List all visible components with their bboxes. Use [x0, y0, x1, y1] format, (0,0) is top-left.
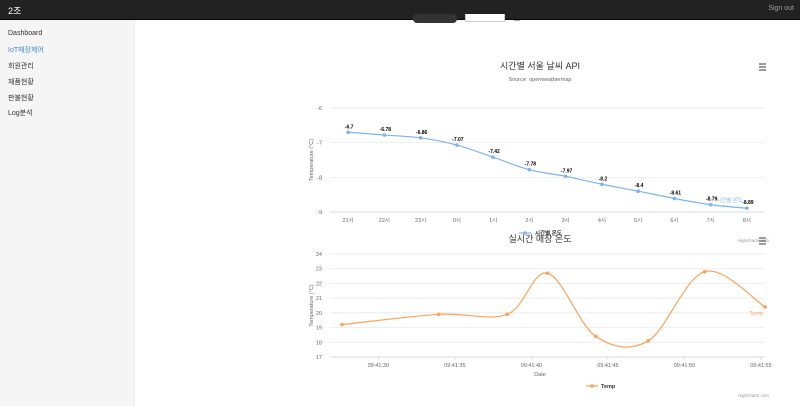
x-axis-label: Date [534, 372, 546, 378]
data-point [491, 155, 495, 160]
y-tick-label: -9 [317, 210, 322, 216]
x-tick-label: 09:41:55 [750, 363, 771, 369]
primary-button[interactable] [413, 14, 457, 23]
credits-link[interactable]: Highcharts.com [738, 393, 770, 398]
store-temp-chart-svg: 실시간 매장 온도 24 23 22 21 20 19 18 17 Temperature (°C… [309, 234, 772, 398]
brand-link[interactable]: 2조 [8, 4, 21, 17]
x-tick-label: 8시 [743, 218, 751, 224]
data-label: -6.7 [345, 124, 354, 130]
data-point [340, 322, 344, 327]
data-point [455, 143, 459, 147]
sidebar: Dashboard IoT매장제어 회원관리 재품현황 판불현황 Log분석 [0, 20, 135, 406]
legend-marker [590, 384, 594, 388]
data-label: -8.4 [635, 183, 644, 189]
legend-label: Temp [601, 384, 616, 390]
y-tick-label: 20 [316, 311, 322, 317]
series-end-label: 시간별 온도 [716, 196, 743, 204]
data-point [646, 339, 650, 343]
data-point [436, 312, 441, 317]
x-tick-label: 09:41:40 [521, 363, 542, 369]
data-point [600, 182, 604, 187]
data-point [346, 130, 350, 135]
data-point [594, 334, 598, 339]
data-point [708, 202, 713, 207]
weather-chart: 시간별 서울 날씨 API Source: openweathermap -6 -7 -… [305, 55, 775, 243]
y-tick-label: 22 [316, 281, 322, 287]
x-tick-label: 22시 [379, 218, 390, 224]
sidebar-item-iot-store-control[interactable]: IoT매장제어 [8, 45, 44, 55]
x-tick-label: 09:41:45 [597, 363, 618, 369]
data-point [382, 133, 387, 137]
small-control[interactable] [514, 17, 520, 21]
data-label: -8.2 [599, 176, 608, 182]
chart-menu-icon[interactable] [759, 63, 766, 71]
y-tick-label: 24 [316, 252, 322, 258]
sidebar-item-log-analysis[interactable]: Log분석 [8, 108, 33, 118]
store-temp-chart: 실시간 매장 온도 24 23 22 21 20 19 18 17 Temperature (°C… [305, 232, 775, 404]
sidebar-item-products[interactable]: 재품현황 [8, 77, 34, 87]
series-line [342, 270, 766, 348]
chart-title: 시간별 서울 날씨 API [500, 61, 580, 71]
data-label: -8.61 [670, 190, 682, 196]
data-point [418, 136, 423, 140]
x-tick-label: 4시 [598, 218, 606, 224]
x-tick-label: 1시 [489, 218, 497, 224]
y-axis-label: Temperature (°C) [309, 284, 315, 326]
x-tick-label: 21시 [343, 218, 354, 224]
x-tick-label: 7시 [707, 218, 715, 224]
sidebar-item-members[interactable]: 회원관리 [8, 61, 34, 71]
x-tick-label: 6시 [670, 218, 678, 224]
data-point [505, 312, 510, 317]
y-tick-label: -6 [317, 106, 322, 112]
y-axis-label: Temperature (°C) [309, 139, 315, 181]
data-label: -7.07 [452, 137, 464, 143]
data-point [636, 189, 640, 193]
chart-title: 실시간 매장 온도 [509, 234, 572, 244]
data-label: -6.86 [416, 130, 428, 136]
x-tick-label: 09:41:50 [674, 363, 695, 369]
secondary-button[interactable] [465, 14, 505, 22]
data-point [702, 269, 707, 274]
data-point [563, 174, 568, 179]
x-tick-label: 5시 [634, 218, 642, 224]
y-tick-label: 21 [316, 296, 322, 302]
sign-out-link[interactable]: Sign out [768, 5, 794, 12]
data-label: -7.78 [525, 162, 537, 168]
data-point [545, 271, 550, 275]
chart-subtitle: Source: openweathermap [509, 77, 572, 83]
data-label: -8.89 [742, 200, 754, 206]
weather-chart-svg: 시간별 서울 날씨 API Source: openweathermap -6 -7 -… [309, 61, 769, 243]
x-tick-label: 3시 [562, 218, 570, 224]
data-point [763, 305, 767, 309]
data-point [745, 206, 749, 210]
data-point [527, 167, 532, 172]
x-tick-label: 09:41:35 [444, 363, 465, 369]
sidebar-item-dashboard[interactable]: Dashboard [8, 30, 42, 37]
y-tick-label: 18 [316, 340, 322, 346]
data-label: -7.97 [561, 168, 573, 174]
sidebar-item-sales[interactable]: 판불현황 [8, 93, 34, 103]
series-line [348, 131, 747, 209]
data-label: -7.42 [488, 149, 500, 155]
data-label: -6.78 [380, 127, 392, 133]
y-tick-label: 19 [316, 326, 322, 332]
y-tick-label: 23 [316, 267, 322, 273]
y-tick-label: -8 [317, 175, 322, 181]
series-end-label: Temp [750, 311, 763, 317]
y-tick-label: 17 [316, 355, 322, 361]
x-tick-label: 2시 [525, 218, 533, 224]
main-content: 시간별 서울 날씨 API Source: openweathermap -6 -7 -… [135, 14, 800, 406]
data-point [672, 196, 677, 201]
top-navbar: 2조 Sign out [0, 0, 800, 20]
x-tick-label: 0시 [453, 218, 461, 224]
x-tick-label: 09:41:30 [368, 363, 389, 369]
x-tick-label: 23시 [415, 218, 426, 224]
chart-menu-icon[interactable] [759, 237, 766, 245]
y-tick-label: -7 [317, 141, 322, 147]
